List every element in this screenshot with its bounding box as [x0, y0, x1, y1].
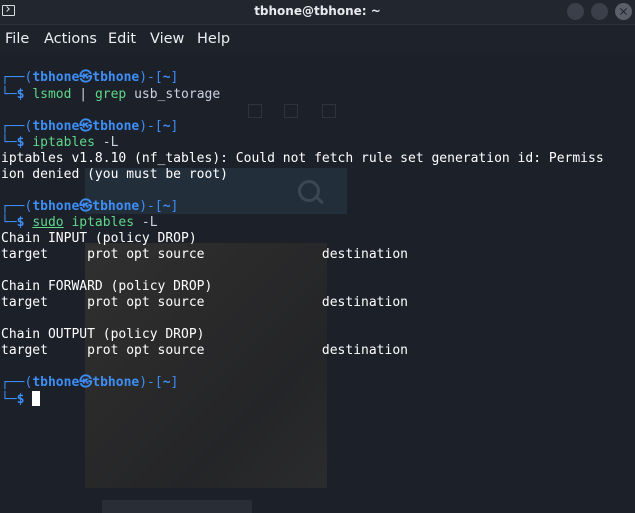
- chain-output-line: Chain OUTPUT (policy DROP): [1, 327, 205, 342]
- menu-view[interactable]: View: [150, 31, 184, 47]
- minimize-button[interactable]: [567, 3, 584, 20]
- command-line-3: └─$ sudo iptables -L: [1, 215, 158, 230]
- menu-bar: File Actions Edit View Help: [0, 25, 635, 53]
- chain-forward-line: Chain FORWARD (policy DROP): [1, 279, 213, 294]
- prompt-line-2: ┌──(tbhone㉿tbhone)-[~]: [1, 119, 179, 134]
- command-line-1: └─$ lsmod | grep usb_storage: [1, 87, 221, 102]
- chain-input-header: target prot opt source destination: [1, 247, 408, 262]
- close-button[interactable]: [615, 3, 632, 20]
- title-bar[interactable]: tbhone@tbhone: ~: [0, 0, 635, 25]
- prompt-line-4: ┌──(tbhone㉿tbhone)-[~]: [1, 375, 179, 390]
- command-line-4[interactable]: └─$: [1, 391, 41, 407]
- error-output-line-1: iptables v1.8.10 (nf_tables): Could not …: [1, 151, 604, 166]
- prompt-line-1: ┌──(tbhone㉿tbhone)-[~]: [1, 70, 179, 85]
- prompt-line-3: ┌──(tbhone㉿tbhone)-[~]: [1, 199, 179, 214]
- chain-output-header: target prot opt source destination: [1, 343, 408, 358]
- maximize-button[interactable]: [591, 3, 608, 20]
- error-output-line-2: ion denied (you must be root): [1, 167, 228, 182]
- window-title: tbhone@tbhone: ~: [254, 4, 381, 18]
- chain-input-line: Chain INPUT (policy DROP): [1, 231, 197, 246]
- command-line-2: └─$ iptables -L: [1, 135, 119, 150]
- text-cursor: [32, 391, 41, 406]
- terminal-window: tbhone@tbhone: ~ File Actions Edit View …: [0, 0, 635, 513]
- menu-file[interactable]: File: [5, 31, 29, 47]
- menu-actions[interactable]: Actions: [44, 31, 97, 47]
- terminal-output[interactable]: ┌──(tbhone㉿tbhone)-[~] └─$ lsmod | grep …: [0, 70, 635, 510]
- chain-forward-header: target prot opt source destination: [1, 295, 408, 310]
- menu-help[interactable]: Help: [197, 31, 230, 47]
- menu-edit[interactable]: Edit: [108, 31, 136, 47]
